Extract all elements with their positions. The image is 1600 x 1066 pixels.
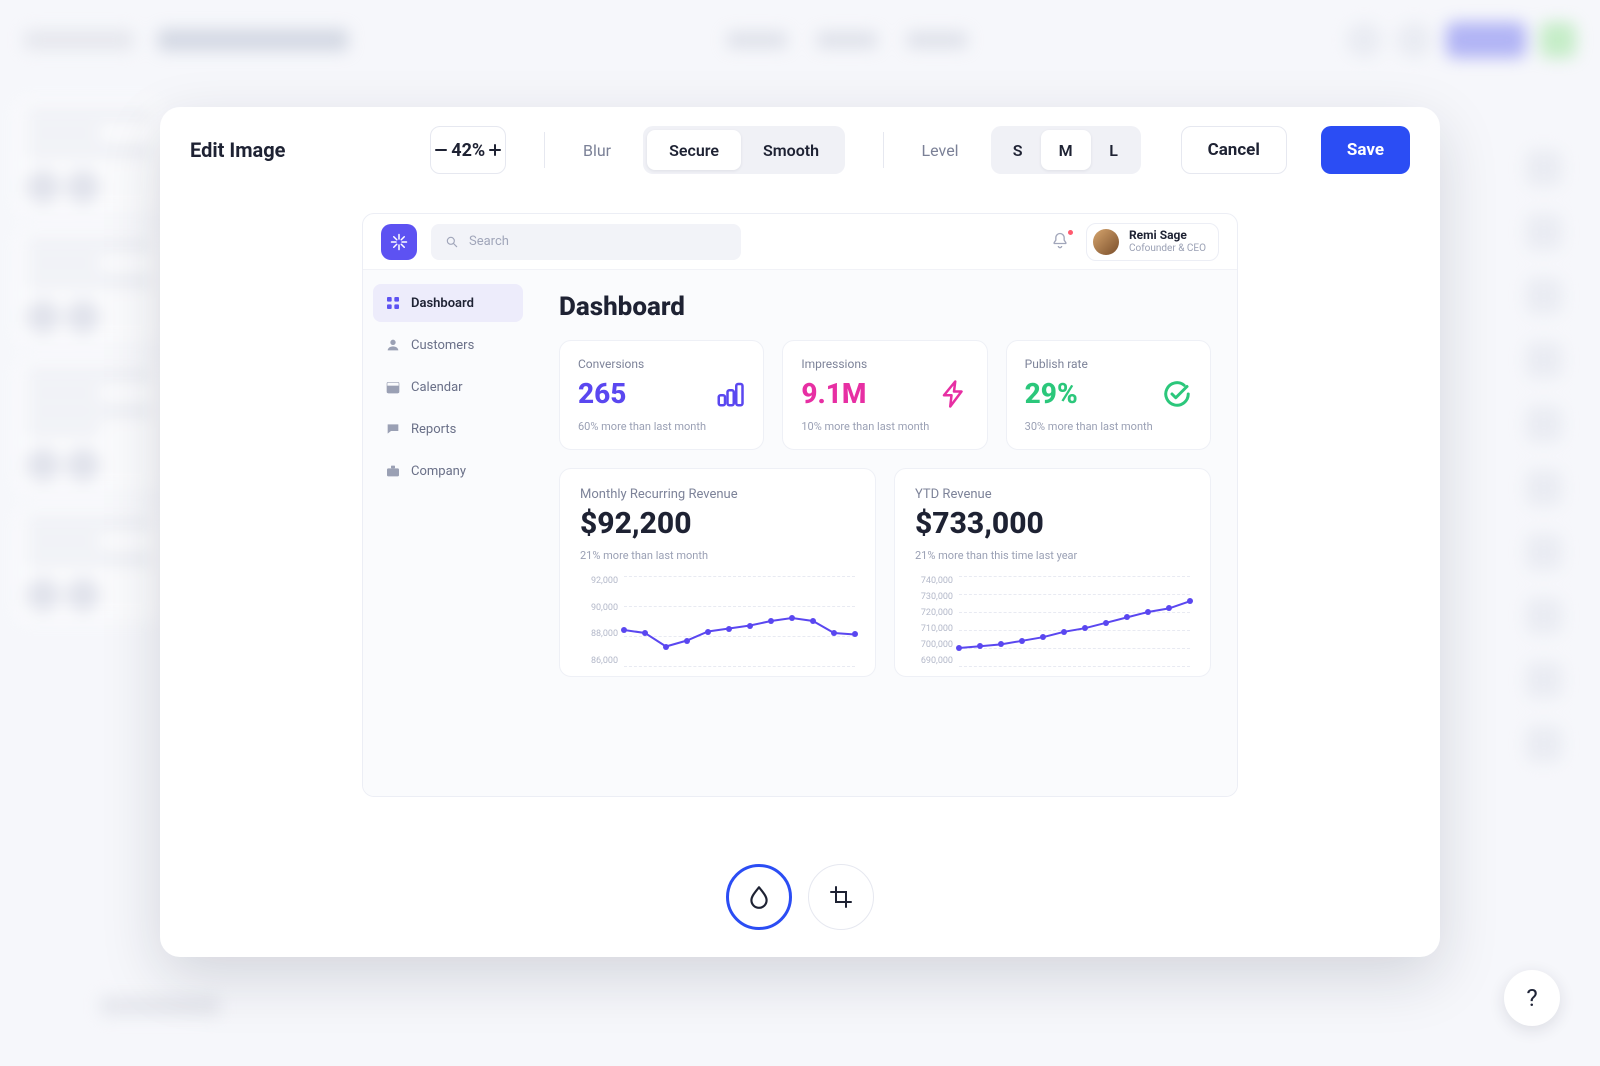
kpi-sub: 10% more than last month — [801, 420, 968, 433]
blur-option-smooth[interactable]: Smooth — [741, 130, 841, 170]
crop-tool-button[interactable] — [808, 864, 874, 930]
preview-search: Search — [431, 224, 741, 260]
plus-icon — [487, 142, 503, 158]
preview-main: Dashboard Conversions 265 60% more than … — [533, 270, 1237, 796]
kpi-value: 29% — [1025, 377, 1078, 410]
grid-icon — [385, 295, 401, 311]
bolt-icon — [939, 379, 969, 409]
chart-y-axis: 740,000730,000720,000710,000700,000690,0… — [915, 576, 959, 666]
level-option-s[interactable]: S — [995, 130, 1041, 170]
panel-sub: 21% more than last month — [580, 549, 855, 562]
question-icon: ? — [1526, 984, 1537, 1012]
tool-row — [160, 837, 1440, 957]
nav-label: Customers — [411, 338, 474, 353]
level-option-l[interactable]: L — [1091, 130, 1137, 170]
level-label: Level — [922, 141, 959, 160]
briefcase-icon — [385, 463, 401, 479]
zoom-in-button[interactable] — [485, 127, 505, 173]
preview-user-role: Cofounder & CEO — [1129, 243, 1206, 254]
search-icon — [445, 235, 459, 249]
logo-icon — [390, 233, 408, 251]
level-option-m[interactable]: M — [1041, 130, 1091, 170]
chart-mrr: 92,00090,00088,00086,000 — [580, 576, 855, 666]
separator — [883, 132, 884, 168]
panel-row: Monthly Recurring Revenue $92,200 21% mo… — [559, 468, 1211, 677]
user-icon — [385, 337, 401, 353]
preview-sidebar: Dashboard Customers Calendar Reports — [363, 270, 533, 796]
kpi-label: Publish rate — [1025, 357, 1192, 371]
notification-dot-icon — [1067, 229, 1074, 236]
nav-label: Calendar — [411, 380, 463, 395]
kpi-sub: 60% more than last month — [578, 420, 745, 433]
avatar — [1093, 229, 1119, 255]
chart-y-axis: 92,00090,00088,00086,000 — [580, 576, 624, 666]
blur-segmented: Secure Smooth — [643, 126, 845, 174]
edit-image-modal: Edit Image 42% Blur Secure Smooth Level … — [160, 107, 1440, 957]
preview-heading: Dashboard — [559, 292, 1211, 322]
crop-icon — [829, 885, 853, 909]
preview-body: Dashboard Customers Calendar Reports — [363, 270, 1237, 796]
kpi-conversions: Conversions 265 60% more than last month — [559, 340, 764, 450]
preview-topbar: Search Remi Sage Cofounder & CEO — [363, 214, 1237, 270]
panel-value: $92,200 — [580, 506, 855, 541]
kpi-label: Impressions — [801, 357, 968, 371]
preview-search-placeholder: Search — [469, 234, 509, 249]
nav-label: Company — [411, 464, 466, 479]
nav-label: Reports — [411, 422, 456, 437]
kpi-sub: 30% more than last month — [1025, 420, 1192, 433]
preview-user-chip: Remi Sage Cofounder & CEO — [1086, 223, 1219, 261]
blur-tool-button[interactable] — [726, 864, 792, 930]
kpi-label: Conversions — [578, 357, 745, 371]
nav-reports: Reports — [373, 410, 523, 448]
image-preview[interactable]: Search Remi Sage Cofounder & CEO — [362, 213, 1238, 797]
blur-label: Blur — [583, 141, 611, 160]
drop-icon — [746, 884, 772, 910]
kpi-impressions: Impressions 9.1M 10% more than last mont… — [782, 340, 987, 450]
minus-icon — [433, 142, 449, 158]
panel-mrr: Monthly Recurring Revenue $92,200 21% mo… — [559, 468, 876, 677]
nav-calendar: Calendar — [373, 368, 523, 406]
preview-notifications — [1050, 231, 1072, 253]
kpi-value: 9.1M — [801, 377, 866, 410]
save-button[interactable]: Save — [1321, 126, 1410, 174]
modal-title: Edit Image — [190, 138, 410, 162]
separator — [544, 132, 545, 168]
check-circle-icon — [1162, 379, 1192, 409]
chart-plot — [959, 576, 1190, 666]
chart-plot — [624, 576, 855, 666]
zoom-out-button[interactable] — [431, 127, 451, 173]
calendar-icon — [385, 379, 401, 395]
kpi-value: 265 — [578, 377, 626, 410]
modal-header: Edit Image 42% Blur Secure Smooth Level … — [160, 107, 1440, 193]
blur-option-secure[interactable]: Secure — [647, 130, 741, 170]
canvas-area: Search Remi Sage Cofounder & CEO — [160, 193, 1440, 837]
panel-value: $733,000 — [915, 506, 1190, 541]
nav-customers: Customers — [373, 326, 523, 364]
nav-dashboard: Dashboard — [373, 284, 523, 322]
preview-logo — [381, 224, 417, 260]
zoom-value: 42% — [451, 140, 485, 161]
nav-label: Dashboard — [411, 296, 474, 311]
help-button[interactable]: ? — [1504, 970, 1560, 1026]
level-segmented: S M L — [991, 126, 1141, 174]
cancel-button[interactable]: Cancel — [1181, 126, 1287, 174]
preview-user-name: Remi Sage — [1129, 229, 1206, 242]
zoom-control: 42% — [430, 126, 506, 174]
panel-title: Monthly Recurring Revenue — [580, 487, 855, 502]
panel-ytd: YTD Revenue $733,000 21% more than this … — [894, 468, 1211, 677]
bars-icon — [715, 379, 745, 409]
kpi-row: Conversions 265 60% more than last month… — [559, 340, 1211, 450]
nav-company: Company — [373, 452, 523, 490]
chart-ytd: 740,000730,000720,000710,000700,000690,0… — [915, 576, 1190, 666]
panel-title: YTD Revenue — [915, 487, 1190, 502]
panel-sub: 21% more than this time last year — [915, 549, 1190, 562]
kpi-publish: Publish rate 29% 30% more than last mont… — [1006, 340, 1211, 450]
chat-icon — [385, 421, 401, 437]
